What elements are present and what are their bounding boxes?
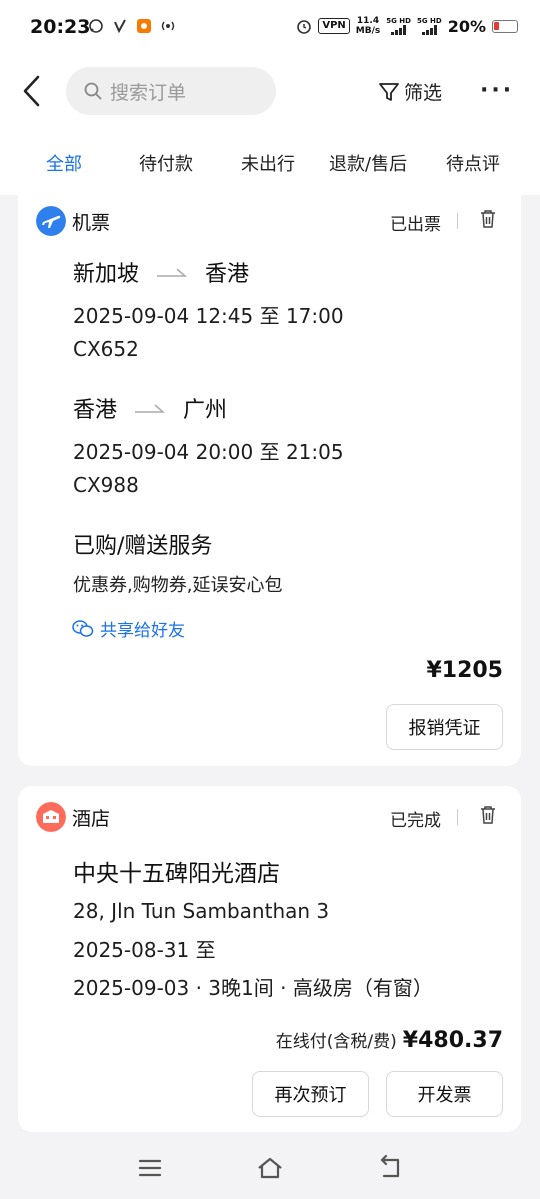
top-area: 20:23 VPN 11.4 MB/s 5G HD 5G HD 20% 搜索订单… [0,0,540,195]
sim1-signal: 5G HD [386,17,411,35]
battery-percent: 20% [447,16,486,36]
more-options-button[interactable]: ··· [480,78,514,103]
tab-pending-review[interactable]: 待点评 [446,150,500,176]
departure-city: 新加坡 [73,262,140,287]
back-nav-icon[interactable] [376,1154,404,1182]
hotel-name: 中央十五碑阳光酒店 [73,861,280,887]
flight-number: CX988 [73,473,139,497]
battery-icon [492,19,518,33]
reimbursement-voucher-button[interactable]: 报销凭证 [386,704,503,750]
route-arrow-icon [157,268,188,277]
home-icon[interactable] [256,1154,284,1182]
category-label: 酒店 [72,808,111,830]
price-label: 在线付(含税/费) [275,1032,397,1052]
checkin-date: 2025-08-31 至 [73,938,216,962]
divider [457,809,458,825]
order-price-row: 在线付(含税/费) ¥480.37 [276,1027,503,1053]
hotel-icon [36,802,66,832]
category-label: 机票 [72,212,111,234]
stay-details: 2025-09-03 · 3晚1间 · 高级房（有窗） [73,976,433,1000]
flight-time: 2025-09-04 12:45 至 17:00 [73,304,344,328]
order-price: ¥480.37 [402,1028,503,1053]
system-nav-bar [0,1140,540,1199]
services-list: 优惠券,购物券,延误安心包 [73,575,283,596]
search-input[interactable]: 搜索订单 [66,67,276,115]
signal-bars-icon [391,25,407,35]
order-status: 已完成 [390,811,441,831]
route-arrow-icon [135,404,166,413]
filter-button[interactable]: 筛选 [378,78,442,105]
status-right-icons: VPN 11.4 MB/s 5G HD 5G HD 20% [296,16,518,36]
tab-pending-payment[interactable]: 待付款 [139,150,193,176]
status-bar: 20:23 VPN 11.4 MB/s 5G HD 5G HD 20% [0,0,540,58]
flight-time: 2025-09-04 20:00 至 21:05 [73,440,344,464]
order-tabs: 全部 待付款 未出行 退款/售后 待点评 [0,140,540,195]
services-title: 已购/赠送服务 [73,534,213,559]
filter-label: 筛选 [404,82,443,104]
network-speed: 11.4 MB/s [355,16,381,36]
trash-icon[interactable] [479,209,497,229]
header-bar: 搜索订单 筛选 ··· [0,60,540,124]
flight-route-2: 香港 广州 [73,392,227,424]
check-mark-icon [114,19,126,34]
tab-not-traveled[interactable]: 未出行 [241,150,295,176]
divider [457,213,458,229]
wechat-icon [72,619,94,637]
order-price: ¥1205 [426,658,503,683]
share-label: 共享给好友 [100,621,185,641]
hotel-order-card[interactable]: 酒店 已完成 中央十五碑阳光酒店 28, Jln Tun Sambanthan … [18,786,521,1132]
flight-order-card[interactable]: 机票 已出票 新加坡 香港 2025-09-04 12:45 至 17:00 C… [18,190,521,766]
tab-all[interactable]: 全部 [46,150,82,176]
tab-refund-aftersale[interactable]: 退款/售后 [329,150,407,176]
departure-city: 香港 [73,398,118,423]
funnel-icon [379,82,399,101]
airplane-icon [36,206,66,236]
alarm-clock-icon [297,20,312,34]
trash-icon[interactable] [479,805,497,825]
sim2-signal: 5G HD [417,17,442,35]
share-with-friends-link[interactable]: 共享给好友 [72,616,185,641]
issue-invoice-button[interactable]: 开发票 [386,1071,503,1117]
arrival-city: 广州 [183,398,228,423]
menu-icon[interactable] [136,1154,164,1182]
app-notification-icon [137,19,151,33]
vpn-badge: VPN [318,18,350,34]
rebook-button[interactable]: 再次预订 [252,1071,369,1117]
search-placeholder: 搜索订单 [110,81,187,104]
flight-route-1: 新加坡 香港 [73,256,249,288]
arrival-city: 香港 [205,262,250,287]
wireless-signal-icon [161,21,175,31]
back-arrow-icon[interactable] [20,74,44,108]
status-notification-icons [88,18,176,34]
signal-bars-icon [421,25,437,35]
order-status: 已出票 [390,215,441,235]
chat-bubble-icon [89,19,103,33]
status-time: 20:23 [30,16,91,38]
hotel-address: 28, Jln Tun Sambanthan 3 [73,899,330,923]
search-icon [84,82,102,100]
flight-number: CX652 [73,337,139,361]
